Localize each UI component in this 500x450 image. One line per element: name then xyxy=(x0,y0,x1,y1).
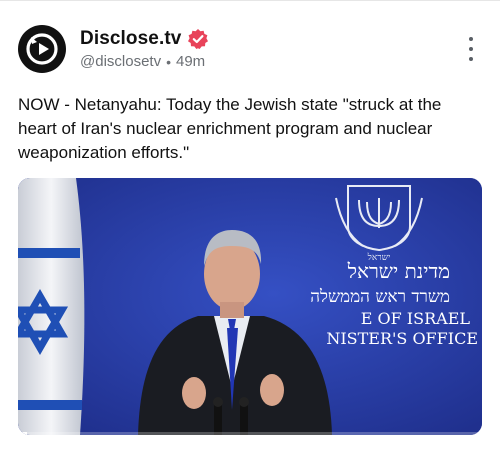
video-frame: מדינת ישראל משרד ראש הממשלה ישראל E OF I… xyxy=(18,178,482,435)
post-text: NOW - Netanyahu: Today the Jewish state … xyxy=(18,95,442,162)
play-logo-icon xyxy=(19,26,65,72)
backdrop-hebrew-line1: מדינת ישראל xyxy=(347,259,450,283)
author-name-row: Disclose.tv xyxy=(80,27,209,51)
post-time[interactable]: 49m xyxy=(176,53,205,70)
author-handle[interactable]: @disclosetv xyxy=(80,53,161,70)
post-header: Disclose.tv @disclosetv • 49m xyxy=(18,25,482,75)
author-name[interactable]: Disclose.tv xyxy=(80,28,181,50)
israel-flag xyxy=(18,178,85,435)
top-divider xyxy=(0,0,500,1)
backdrop-english-line2: NISTER'S OFFICE xyxy=(326,329,478,348)
author-avatar[interactable] xyxy=(18,25,66,73)
video-progress-track[interactable] xyxy=(18,432,482,435)
video-progress-fill xyxy=(18,432,28,435)
backdrop-english-line1: E OF ISRAEL xyxy=(361,309,471,328)
post-video[interactable]: מדינת ישראל משרד ראש הממשלה ישראל E OF I… xyxy=(18,178,482,435)
verified-badge-icon xyxy=(188,29,209,49)
more-options-icon[interactable] xyxy=(466,37,476,61)
emblem-label: ישראל xyxy=(367,252,391,263)
author-meta: @disclosetv • 49m xyxy=(80,53,205,70)
meta-separator: • xyxy=(166,53,171,70)
backdrop-hebrew-line2: משרד ראש הממשלה xyxy=(310,287,450,307)
